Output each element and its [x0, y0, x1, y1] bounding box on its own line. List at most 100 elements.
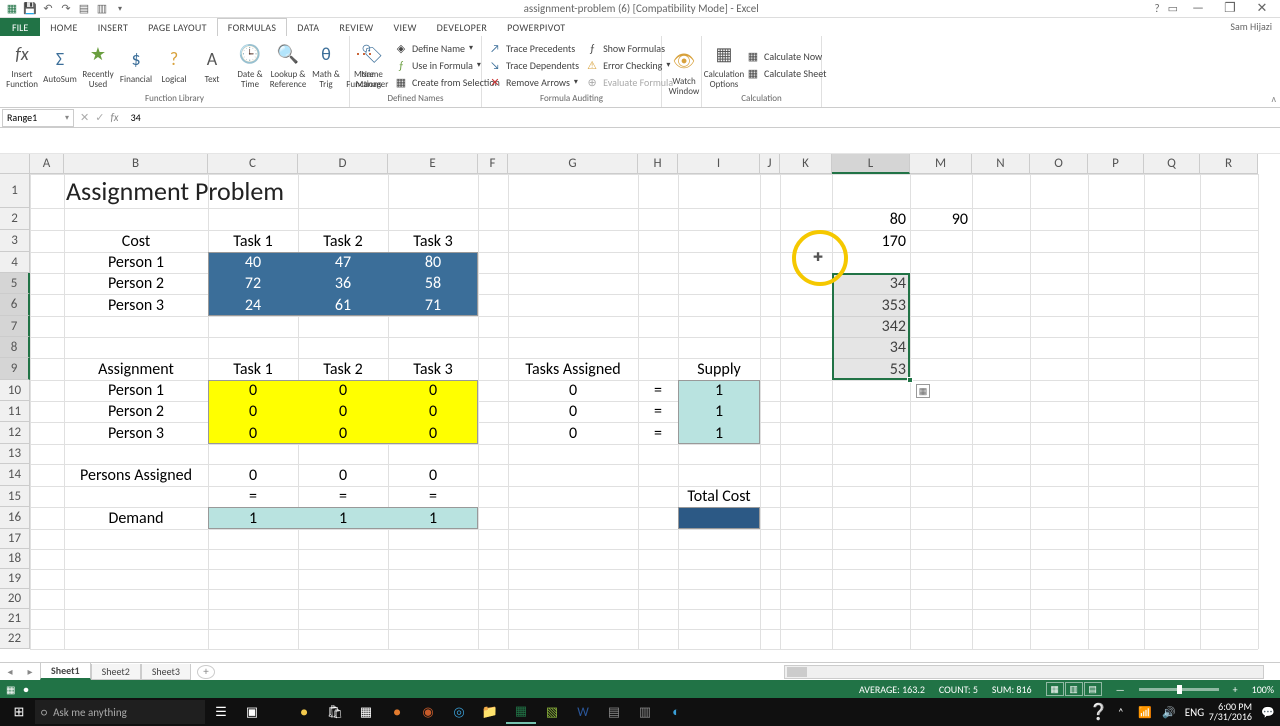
taskbar-firefox[interactable]: ●: [382, 700, 412, 724]
row-header-2[interactable]: 2: [0, 208, 30, 230]
eq-demand-1[interactable]: =: [208, 486, 298, 507]
row-header-6[interactable]: 6: [0, 294, 30, 316]
autofill-options-button[interactable]: ▦: [916, 384, 930, 398]
assign-task-h1[interactable]: Task 1: [208, 358, 298, 380]
eq-supply-2[interactable]: =: [638, 401, 678, 422]
qat-btn-2[interactable]: ▥: [94, 1, 110, 17]
taskbar-explorer[interactable]: 📁: [475, 700, 505, 724]
col-header-R[interactable]: R: [1200, 154, 1258, 174]
col-header-Q[interactable]: Q: [1144, 154, 1200, 174]
calculate-now-button[interactable]: ▦Calculate Now: [744, 49, 828, 65]
row-header-4[interactable]: 4: [0, 252, 30, 273]
system-clock[interactable]: 6:00 PM7/31/2016: [1209, 702, 1252, 723]
tab-insert[interactable]: INSERT: [88, 18, 138, 36]
zoom-out-button[interactable]: —: [1116, 683, 1125, 696]
row-header-14[interactable]: 14: [0, 464, 30, 486]
name-box[interactable]: Range1▾: [2, 109, 74, 127]
selection-range[interactable]: [832, 273, 910, 380]
col-header-G[interactable]: G: [508, 154, 638, 174]
cost-person-3[interactable]: Person 3: [64, 294, 208, 316]
row-header-8[interactable]: 8: [0, 337, 30, 358]
cell-L2[interactable]: 80: [832, 208, 910, 230]
row-header-7[interactable]: 7: [0, 316, 30, 337]
cell-M2[interactable]: 90: [910, 208, 972, 230]
taskbar-chrome[interactable]: ●: [289, 700, 319, 724]
qat-btn-1[interactable]: ▤: [76, 1, 92, 17]
cortana-search[interactable]: ○ Ask me anything: [35, 700, 205, 724]
taskbar-app-12[interactable]: ◐: [661, 700, 691, 724]
taskbar-word[interactable]: W: [568, 700, 598, 724]
cost-task-h1[interactable]: Task 1: [208, 230, 298, 252]
tab-file[interactable]: FILE: [0, 18, 40, 36]
qat-dropdown[interactable]: ▾: [112, 1, 128, 17]
cost-task-h2[interactable]: Task 2: [298, 230, 388, 252]
col-header-N[interactable]: N: [972, 154, 1030, 174]
tab-review[interactable]: REVIEW: [329, 18, 383, 36]
total-cost-cell[interactable]: [678, 507, 760, 529]
calculate-sheet-button[interactable]: ▦Calculate Sheet: [744, 66, 828, 82]
col-header-F[interactable]: F: [478, 154, 508, 174]
datetime-button[interactable]: 🕒Date & Time: [232, 38, 268, 92]
row-header-17[interactable]: 17: [0, 529, 30, 549]
title-cell[interactable]: Assignment Problem: [64, 174, 508, 208]
sheet-tab-3[interactable]: Sheet3: [141, 664, 191, 680]
row-header-12[interactable]: 12: [0, 422, 30, 444]
lookup-button[interactable]: 🔍Lookup & Reference: [270, 38, 306, 92]
fill-handle[interactable]: [907, 377, 913, 383]
assign-2-1[interactable]: 0: [208, 401, 298, 422]
assign-3-1[interactable]: 0: [208, 422, 298, 444]
cell-L3[interactable]: 170: [832, 230, 910, 252]
collapse-ribbon-icon[interactable]: ʌ: [1271, 92, 1276, 105]
calculation-options-button[interactable]: ▦Calculation Options: [706, 38, 742, 92]
row-header-21[interactable]: 21: [0, 609, 30, 629]
taskbar-app-6[interactable]: ◎: [444, 700, 474, 724]
taskbar-app-10[interactable]: ▤: [599, 700, 629, 724]
tasks-assigned-2[interactable]: 0: [508, 401, 638, 422]
row-header-16[interactable]: 16: [0, 507, 30, 529]
recently-used-button[interactable]: ★Recently Used: [80, 38, 116, 92]
trace-dependents-button[interactable]: ↘Trace Dependents: [486, 57, 581, 73]
assign-2-2[interactable]: 0: [298, 401, 388, 422]
zoom-in-button[interactable]: +: [1233, 683, 1238, 696]
cost-3-1[interactable]: 24: [208, 294, 298, 316]
tab-page-layout[interactable]: PAGE LAYOUT: [138, 18, 217, 36]
supply-1[interactable]: 1: [678, 380, 760, 401]
row-header-20[interactable]: 20: [0, 589, 30, 609]
eq-demand-2[interactable]: =: [298, 486, 388, 507]
row-header-10[interactable]: 10: [0, 380, 30, 401]
tray-network-icon[interactable]: 📶: [1137, 706, 1153, 719]
row-header-18[interactable]: 18: [0, 549, 30, 569]
restore-button[interactable]: ❐: [1218, 1, 1242, 16]
view-page-layout-button[interactable]: ▥: [1065, 682, 1083, 696]
col-header-C[interactable]: C: [208, 154, 298, 174]
taskbar-app-1[interactable]: ▣: [237, 700, 267, 724]
row-header-3[interactable]: 3: [0, 230, 30, 252]
col-header-E[interactable]: E: [388, 154, 478, 174]
save-icon[interactable]: 💾: [22, 1, 38, 17]
eq-supply-1[interactable]: =: [638, 380, 678, 401]
assign-task-h3[interactable]: Task 3: [388, 358, 478, 380]
col-header-O[interactable]: O: [1030, 154, 1088, 174]
tab-data[interactable]: DATA: [287, 18, 329, 36]
insert-function-button[interactable]: fxInsert Function: [4, 38, 40, 92]
ribbon-options-icon[interactable]: ▭: [1168, 2, 1178, 15]
cost-1-3[interactable]: 80: [388, 252, 478, 273]
add-sheet-button[interactable]: +: [197, 665, 215, 679]
demand-2[interactable]: 1: [298, 507, 388, 529]
view-page-break-button[interactable]: ▤: [1084, 682, 1102, 696]
col-header-B[interactable]: B: [64, 154, 208, 174]
tasks-assigned-label[interactable]: Tasks Assigned: [508, 358, 638, 380]
fx-icon[interactable]: fx: [110, 111, 118, 124]
minimize-button[interactable]: —: [1186, 1, 1210, 16]
cost-2-2[interactable]: 36: [298, 273, 388, 294]
assign-person-1[interactable]: Person 1: [64, 380, 208, 401]
row-header-1[interactable]: 1: [0, 174, 30, 208]
persons-assigned-1[interactable]: 0: [208, 464, 298, 486]
assign-person-2[interactable]: Person 2: [64, 401, 208, 422]
demand-3[interactable]: 1: [388, 507, 478, 529]
cost-2-1[interactable]: 72: [208, 273, 298, 294]
persons-assigned-2[interactable]: 0: [298, 464, 388, 486]
assign-task-h2[interactable]: Task 2: [298, 358, 388, 380]
macro-record-icon[interactable]: ⏺: [23, 683, 28, 696]
tray-lang[interactable]: ENG: [1185, 706, 1201, 719]
